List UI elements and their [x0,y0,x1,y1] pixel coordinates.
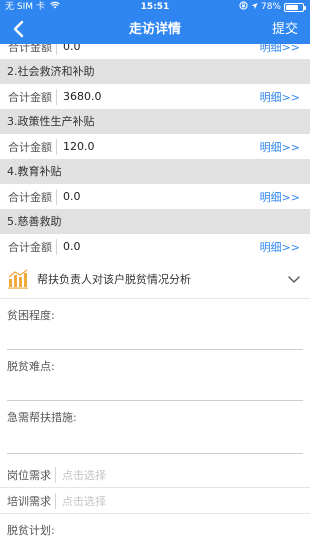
orientation-lock-icon [239,0,248,15]
poverty-level-input[interactable] [7,323,303,350]
amount-value: 0.0 [63,190,81,203]
select-placeholder[interactable]: 点击选择 [56,493,106,509]
nav-bar: 走访详情 提交 [0,15,310,44]
group-header-social-relief: 2.社会救济和补助 [0,59,310,84]
analysis-section-header[interactable]: 帮扶负责人对该户脱贫情况分析 [0,259,310,299]
location-icon [251,0,258,15]
amount-value: 0.0 [63,240,81,253]
amount-value: 120.0 [63,140,95,153]
amount-row: 合计金额 0.0 明细>> [0,234,310,259]
battery-icon [284,3,306,12]
urgent-measures-field: 急需帮扶措施: [0,401,310,454]
status-bar: 无 SIM 卡 15:51 78% [0,0,310,15]
plan-label: 脱贫计划: [7,524,55,537]
analysis-title: 帮扶负责人对该户脱贫情况分析 [37,272,191,286]
amount-label: 合计金额 [8,240,52,254]
poverty-level-field: 贫困程度: [0,299,310,350]
select-label: 岗位需求 [7,468,51,482]
amount-label: 合计金额 [8,44,52,54]
amount-label: 合计金额 [8,140,52,154]
amount-value: 3680.0 [63,90,102,103]
amount-row: 合计金额 0.0 明细>> [0,184,310,209]
field-label: 贫困程度: [7,309,55,322]
amount-label: 合计金额 [8,90,52,104]
chevron-down-icon[interactable] [286,271,302,287]
field-label: 脱贫难点: [7,360,55,373]
visit-detail-content: 合计金额 0.0 明细>> 2.社会救济和补助 合计金额 3680.0 明细>>… [0,44,310,550]
amount-value: 0.0 [63,44,81,53]
select-placeholder[interactable]: 点击选择 [56,467,106,483]
amount-row: 合计金额 3680.0 明细>> [0,84,310,109]
detail-link[interactable]: 明细>> [260,139,310,155]
submit-button[interactable]: 提交 [272,15,298,44]
training-demand-select[interactable]: 培训需求 点击选择 [0,488,310,514]
job-demand-select[interactable]: 岗位需求 点击选择 [0,462,310,488]
field-label: 急需帮扶措施: [7,411,77,424]
group-header-education-subsidy: 4.教育补贴 [0,159,310,184]
top-bar: 无 SIM 卡 15:51 78% 走访详情 提交 [0,0,310,44]
group-header-production-subsidy: 3.政策性生产补贴 [0,109,310,134]
battery-percent: 78% [260,2,281,12]
bar-chart-icon [7,268,29,290]
difficulty-field: 脱贫难点: [0,350,310,401]
amount-row: 合计金额 120.0 明细>> [0,134,310,159]
detail-link[interactable]: 明细>> [260,44,310,55]
amount-label: 合计金额 [8,190,52,204]
select-label: 培训需求 [7,494,51,508]
detail-link[interactable]: 明细>> [260,239,310,255]
detail-link[interactable]: 明细>> [260,189,310,205]
page-title: 走访详情 [128,22,181,37]
urgent-measures-input[interactable] [7,425,303,454]
detail-link[interactable]: 明细>> [260,89,310,105]
amount-row: 合计金额 0.0 明细>> [0,44,310,59]
difficulty-input[interactable] [7,374,303,401]
group-header-charity-relief: 5.慈善救助 [0,209,310,234]
